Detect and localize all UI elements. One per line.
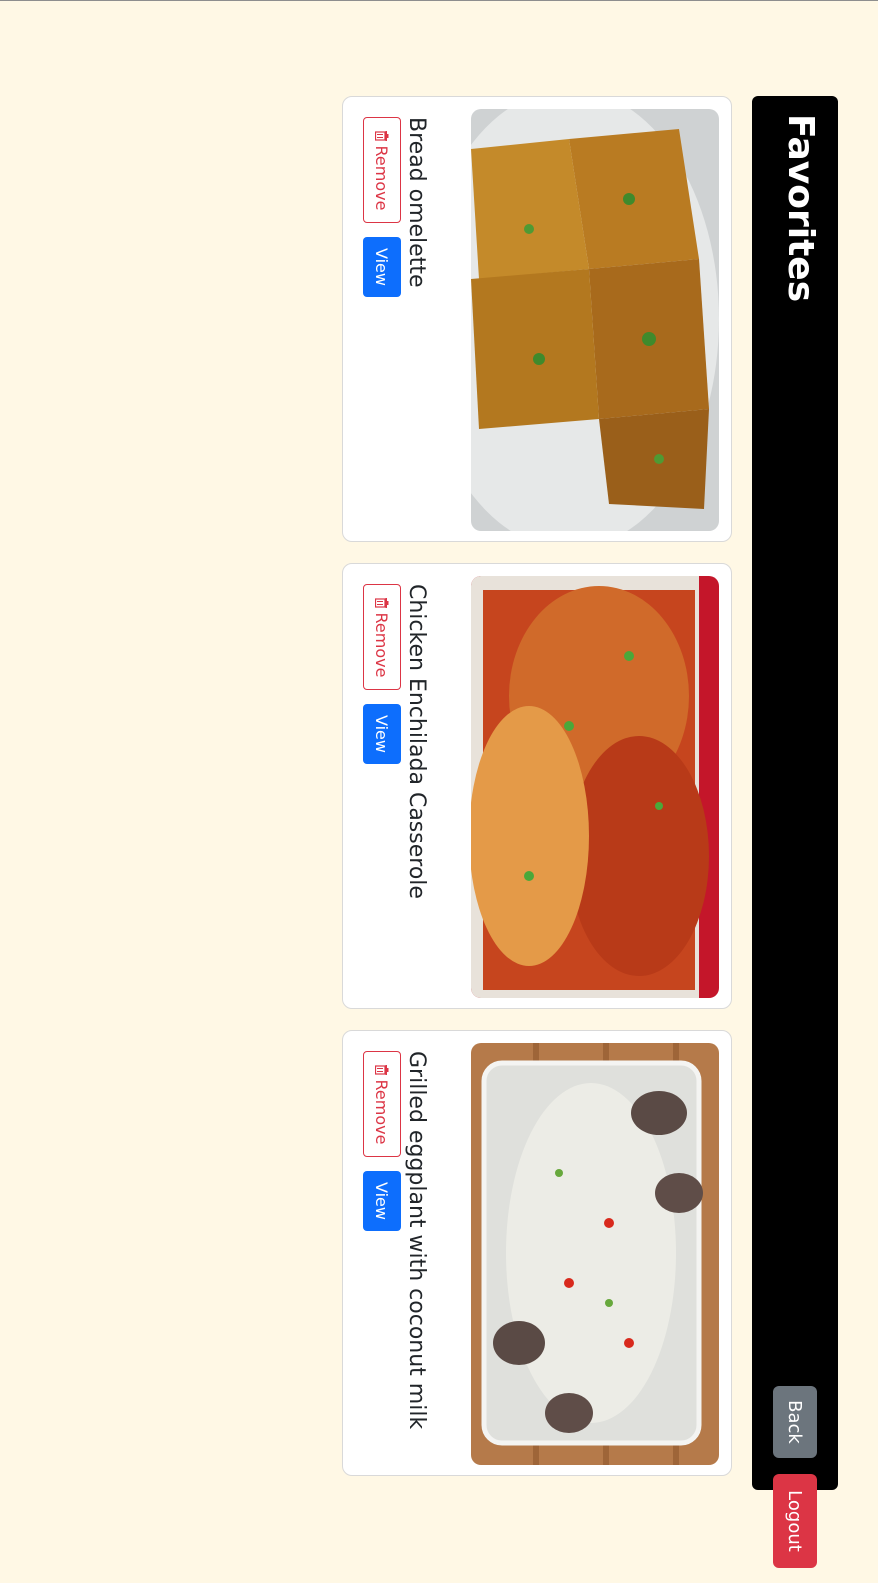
trash-icon bbox=[375, 1064, 389, 1075]
remove-label: Remove bbox=[372, 612, 392, 678]
trash-icon bbox=[375, 597, 389, 608]
favorite-card: Bread omelette Remove View bbox=[342, 96, 732, 542]
logout-button[interactable]: Logout bbox=[773, 1474, 817, 1568]
page-title: Favorites bbox=[780, 114, 821, 303]
recipe-image[interactable] bbox=[471, 576, 719, 998]
bread-omelette-photo bbox=[471, 109, 719, 531]
remove-label: Remove bbox=[372, 145, 392, 211]
chicken-enchilada-casserole-photo bbox=[471, 576, 719, 998]
remove-button[interactable]: Remove bbox=[363, 117, 401, 223]
trash-icon bbox=[375, 130, 389, 141]
recipe-title: Bread omelette bbox=[404, 117, 429, 288]
view-button[interactable]: View bbox=[363, 704, 401, 764]
grilled-eggplant-photo bbox=[471, 1043, 719, 1465]
favorites-page: Favorites Back Logout Bread omelette Rem… bbox=[0, 0, 878, 1583]
remove-button[interactable]: Remove bbox=[363, 1051, 401, 1157]
favorite-card: Grilled eggplant with coconut milk Remov… bbox=[342, 1030, 732, 1476]
view-button[interactable]: View bbox=[363, 237, 401, 297]
remove-button[interactable]: Remove bbox=[363, 584, 401, 690]
view-button[interactable]: View bbox=[363, 1171, 401, 1231]
favorite-card: Chicken Enchilada Casserole Remove View bbox=[342, 563, 732, 1009]
back-button[interactable]: Back bbox=[773, 1386, 817, 1458]
recipe-title: Chicken Enchilada Casserole bbox=[404, 584, 429, 899]
recipe-title: Grilled eggplant with coconut milk bbox=[404, 1051, 429, 1430]
remove-label: Remove bbox=[372, 1079, 392, 1145]
recipe-image[interactable] bbox=[471, 1043, 719, 1465]
recipe-image[interactable] bbox=[471, 109, 719, 531]
header-bar: Favorites Back Logout bbox=[752, 96, 838, 1568]
